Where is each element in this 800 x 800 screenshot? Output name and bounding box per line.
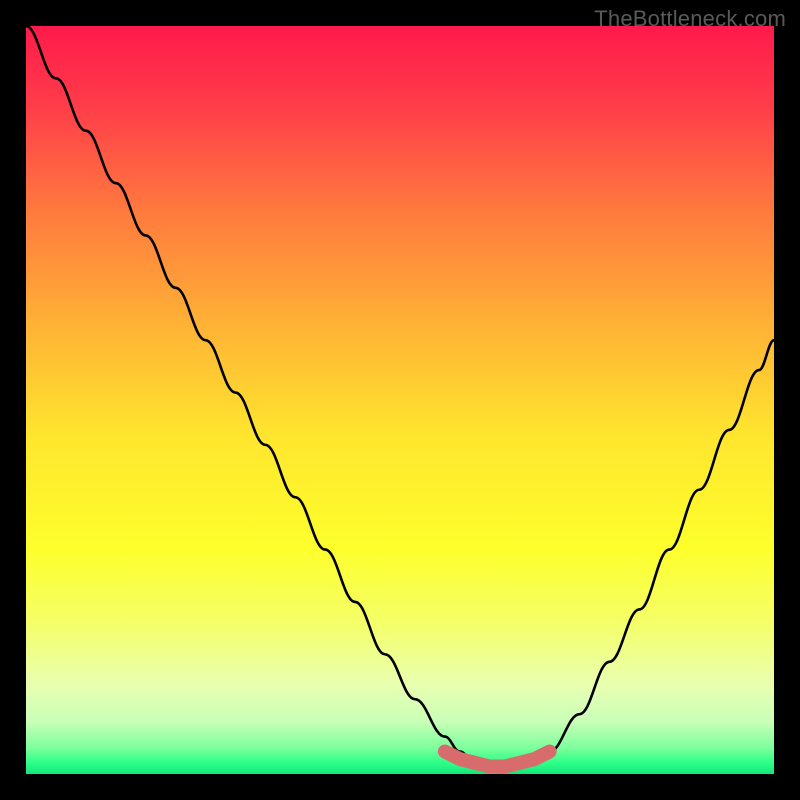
watermark-text: TheBottleneck.com [594, 6, 786, 32]
plot-area [26, 26, 774, 774]
gradient-background [26, 26, 774, 774]
chart-svg [26, 26, 774, 774]
